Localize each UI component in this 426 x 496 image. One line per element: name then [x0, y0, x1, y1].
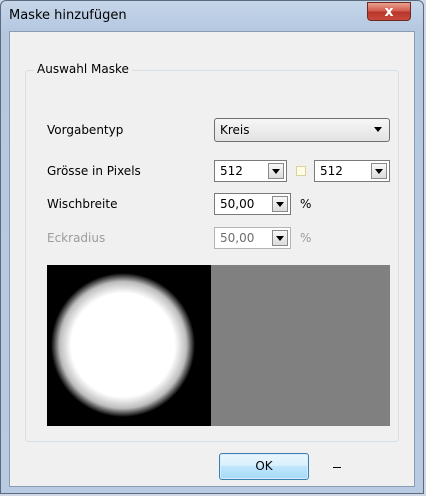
wischbreite-unit: % [300, 197, 312, 211]
chevron-down-icon [272, 230, 288, 246]
eckradius-value: 50,00 [220, 231, 255, 245]
chevron-down-icon [268, 163, 284, 179]
vorgabentyp-label: Vorgabentyp [47, 123, 124, 137]
groesse-width-select[interactable]: 512 [214, 160, 287, 182]
vorgabentyp-value: Kreis [220, 123, 250, 137]
window-title: Maske hinzufügen [9, 8, 127, 23]
wischbreite-label: Wischbreite [47, 197, 118, 211]
close-button[interactable]: x [367, 2, 411, 21]
vorgabentyp-select[interactable]: Kreis [214, 118, 390, 142]
chevron-down-icon [371, 122, 387, 138]
groesse-height-value: 512 [320, 164, 343, 178]
eckradius-label: Eckradius [47, 231, 106, 245]
eckradius-unit: % [300, 231, 312, 245]
groesse-height-select[interactable]: 512 [314, 160, 390, 182]
eckradius-select: 50,00 [214, 227, 291, 249]
chevron-down-icon [272, 196, 288, 212]
groesse-width-value: 512 [220, 164, 243, 178]
preview-canvas [211, 265, 390, 426]
close-icon: x [384, 4, 394, 20]
mask-preview [47, 265, 211, 426]
ok-button[interactable]: OK [219, 453, 309, 480]
mask-circle [51, 273, 195, 417]
title-bar[interactable]: Maske hinzufügen x [1, 1, 423, 31]
wischbreite-select[interactable]: 50,00 [214, 193, 291, 215]
wischbreite-value: 50,00 [220, 197, 255, 211]
mask-circle-graphic [51, 273, 195, 417]
groesse-label: Grösse in Pixels [47, 164, 141, 178]
link-size-checkbox[interactable] [296, 166, 306, 176]
dash-mark [333, 467, 341, 468]
chevron-down-icon [371, 163, 387, 179]
group-title: Auswahl Maske [34, 62, 132, 76]
